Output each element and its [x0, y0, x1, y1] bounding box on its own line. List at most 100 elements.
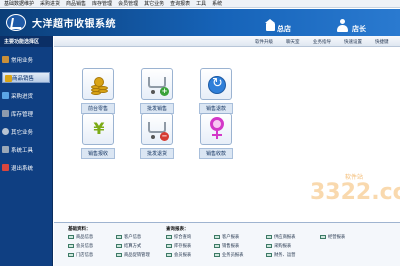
sidebar-title: 主要功能选择区 — [0, 36, 52, 47]
table-icon — [166, 235, 172, 239]
shortcuts-button[interactable]: 快捷键 — [372, 38, 392, 46]
link-label: 业务员报表 — [222, 253, 244, 258]
menu-members[interactable]: 会员管理 — [118, 0, 138, 7]
menu-basic-data[interactable]: 基础数据维护 — [4, 0, 34, 7]
link-customer-info[interactable]: 客户信息 — [116, 234, 141, 240]
menu-system[interactable]: 系统 — [212, 0, 222, 7]
sidebar-item-label: 常用业务 — [11, 57, 34, 64]
warehouse-icon — [2, 110, 9, 117]
info-panel: 基础资料： 商品信息 客户信息 会员信息 结算方式 门店信息 商品促销管理 查询… — [54, 222, 400, 266]
sidebar-item-label: 退出系统 — [11, 165, 34, 172]
link-store-info[interactable]: 门店信息 — [68, 252, 93, 258]
exit-icon — [2, 164, 9, 171]
sidebar-item-common[interactable]: 常用业务 — [0, 54, 52, 65]
user-icon — [337, 19, 348, 33]
quick-toolbar: 软件升级 聊天室 业务指导 快速设置 快捷键 — [54, 36, 400, 47]
folder-icon — [2, 56, 9, 63]
menu-inventory[interactable]: 库存管理 — [92, 0, 112, 7]
link-customer-report[interactable]: 客户报表 — [214, 234, 239, 240]
tile-box — [200, 68, 232, 100]
tile-box: − — [141, 113, 173, 145]
gear-icon — [2, 128, 9, 135]
chatroom-button[interactable]: 聊天室 — [283, 38, 303, 46]
tile-label: 批发退货 — [140, 148, 174, 159]
link-member-report[interactable]: 会员报表 — [166, 252, 191, 258]
link-supplier-report[interactable]: 供应商报表 — [266, 234, 295, 240]
tile-box — [82, 68, 114, 100]
link-label: 综合查询 — [174, 235, 192, 240]
tile-sales-report[interactable]: ¥ 销售报收 — [81, 113, 115, 159]
tile-label: 销售收款 — [199, 148, 233, 159]
link-label: 结算方式 — [124, 244, 142, 249]
link-product-info[interactable]: 商品信息 — [68, 234, 93, 240]
table-icon — [266, 235, 272, 239]
link-sales-report[interactable]: 销售报表 — [214, 243, 239, 249]
table-icon — [68, 253, 74, 257]
quick-settings-button[interactable]: 快速设置 — [341, 38, 365, 46]
link-purchase-report[interactable]: 采购报表 — [266, 243, 291, 249]
tile-box: ¥ — [82, 113, 114, 145]
table-icon — [68, 235, 74, 239]
link-label: 经营报表 — [328, 235, 346, 240]
tile-wholesale-return[interactable]: − 批发退货 — [140, 113, 174, 159]
sidebar-item-sales[interactable]: 商品销售 — [2, 72, 50, 83]
tile-retail[interactable]: 前台零售 — [81, 68, 115, 114]
sidebar-item-purchase[interactable]: 采购进货 — [0, 90, 52, 101]
tile-wholesale[interactable]: + 批发销售 — [140, 68, 174, 114]
app-header: 大洋超市收银系统 总店 店长 — [0, 9, 400, 36]
menu-bar: 基础数据维护 采购进货 商品销售 库存管理 会员管理 其它业务 查询报表 工具 … — [0, 0, 400, 8]
table-icon — [266, 253, 272, 257]
link-promotion[interactable]: 商品促销管理 — [116, 252, 150, 258]
tile-sales-refund[interactable]: 销售退款 — [199, 68, 233, 114]
sidebar-item-label: 其它业务 — [11, 129, 34, 136]
link-label: 客户报表 — [222, 235, 240, 240]
reports-title: 查询报表： — [166, 227, 189, 232]
guide-button[interactable]: 业务指导 — [310, 38, 334, 46]
menu-purchase[interactable]: 采购进货 — [40, 0, 60, 7]
link-payment-method[interactable]: 结算方式 — [116, 243, 141, 249]
sidebar-item-label: 库存管理 — [11, 111, 34, 118]
menu-reports[interactable]: 查询报表 — [170, 0, 190, 7]
link-salesperson-report[interactable]: 业务员报表 — [214, 252, 243, 258]
link-label: 财务、运营 — [274, 253, 296, 258]
link-label: 商品信息 — [76, 235, 94, 240]
refresh-icon — [208, 76, 226, 94]
app-logo-icon — [6, 14, 26, 31]
tile-sales-receipt[interactable]: 销售收款 — [199, 113, 233, 159]
table-icon — [166, 253, 172, 257]
table-icon — [68, 244, 74, 248]
yen-icon: ¥ — [93, 119, 105, 138]
sidebar-item-inventory[interactable]: 库存管理 — [0, 108, 52, 119]
link-general-query[interactable]: 综合查询 — [166, 234, 191, 240]
table-icon — [266, 244, 272, 248]
store-icon — [265, 19, 275, 31]
menu-sales[interactable]: 商品销售 — [66, 0, 86, 7]
link-label: 门店信息 — [76, 253, 94, 258]
table-icon — [116, 235, 122, 239]
sidebar-item-tools[interactable]: 系统工具 — [0, 144, 52, 155]
table-icon — [166, 244, 172, 248]
sidebar-item-other[interactable]: 其它业务 — [0, 126, 52, 137]
upgrade-button[interactable]: 软件升级 — [252, 38, 276, 46]
truck-icon — [2, 92, 9, 99]
menu-tools[interactable]: 工具 — [196, 0, 206, 7]
link-label: 销售报表 — [222, 244, 240, 249]
tile-box — [200, 113, 232, 145]
menu-other[interactable]: 其它业务 — [144, 0, 164, 7]
app-title: 大洋超市收银系统 — [32, 19, 116, 30]
link-member-info[interactable]: 会员信息 — [68, 243, 93, 249]
table-icon — [214, 244, 220, 248]
table-icon — [320, 235, 326, 239]
sidebar-item-exit[interactable]: 退出系统 — [0, 162, 52, 173]
table-icon — [116, 253, 122, 257]
store-label: 总店 — [277, 25, 291, 33]
link-inventory-report[interactable]: 库存报表 — [166, 243, 191, 249]
sidebar-item-label: 采购进货 — [11, 93, 34, 100]
tile-label: 销售报收 — [81, 148, 115, 159]
tile-box: + — [141, 68, 173, 100]
coins-icon — [5, 75, 12, 82]
link-finance[interactable]: 财务、运营 — [266, 252, 295, 258]
sidebar-item-label: 商品销售 — [12, 75, 35, 82]
link-business-report[interactable]: 经营报表 — [320, 234, 345, 240]
table-icon — [214, 253, 220, 257]
